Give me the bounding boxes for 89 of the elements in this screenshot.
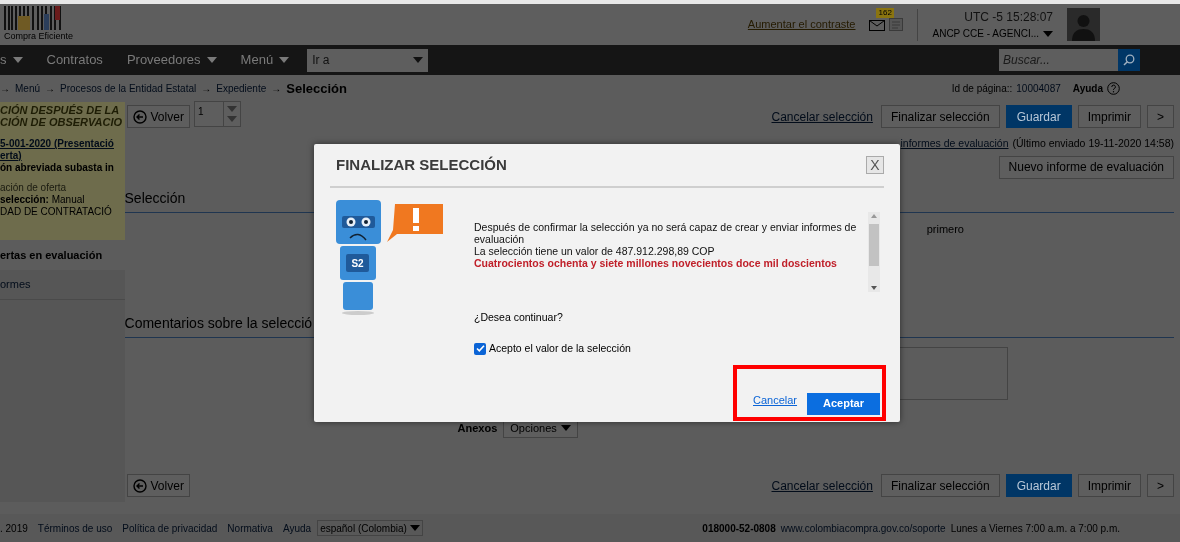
help-link[interactable]: Ayuda: [1072, 81, 1103, 96]
caret-icon: [226, 115, 237, 122]
primary-button[interactable]: Guardar: [1005, 474, 1072, 498]
mail-icon[interactable]: [869, 20, 886, 31]
caret-icon: [12, 57, 23, 63]
last-sent-text: (Último enviado 19-11-2020 14:58): [1012, 136, 1174, 151]
account-selector[interactable]: ANCP CCE - AGENCI...: [932, 26, 1053, 41]
process-detail: ación de oferta: [0, 182, 68, 194]
checkbox-label: Acepto el valor de la selección: [489, 340, 631, 356]
process-title: CIÓN DESPUÉS DE LA: [0, 104, 121, 116]
breadcrumb-link[interactable]: Menú: [15, 81, 40, 96]
footer-link[interactable]: Ayuda: [282, 520, 312, 536]
toolbar-button[interactable]: Finalizar selección: [880, 474, 1000, 498]
help-icon[interactable]: [1107, 82, 1120, 95]
nav-menu-item[interactable]: Contratos: [46, 50, 103, 70]
toolbar-button[interactable]: Imprimir: [1077, 105, 1141, 128]
process-link[interactable]: erta): [0, 150, 22, 162]
toolbar-button[interactable]: >: [1147, 105, 1174, 128]
sidebar-menu-item[interactable]: ertas en evaluación: [0, 240, 125, 270]
cancel-selection-link[interactable]: Cancelar selección: [771, 476, 873, 495]
language-select[interactable]: español (Colombia): [317, 520, 423, 536]
caret-icon: [1043, 30, 1053, 37]
mail-count-badge: 162: [876, 8, 894, 18]
caret-icon: [560, 425, 571, 432]
page-id-label: Id de página::: [951, 82, 1013, 96]
question-text: ¿Desea continuar?: [474, 310, 564, 325]
caret-icon: [206, 57, 217, 63]
caret-icon: [413, 57, 424, 63]
footer-link[interactable]: Términos de uso: [37, 520, 113, 536]
close-button[interactable]: X: [866, 156, 884, 174]
footer-link[interactable]: Normativa: [227, 520, 273, 536]
nav-menu-item[interactable]: Menú: [240, 50, 290, 70]
search-field[interactable]: Buscar...: [999, 49, 1118, 71]
support-link[interactable]: www.colombiacompra.gov.co/soporte: [780, 520, 946, 536]
back-button[interactable]: Volver: [126, 105, 190, 128]
nav-menu-item[interactable]: s: [0, 50, 23, 70]
section-heading: Selección: [124, 189, 186, 206]
back-button[interactable]: Volver: [126, 474, 190, 498]
scroll-up-icon[interactable]: [871, 214, 877, 218]
process-detail: selección: Manual: [0, 194, 86, 205]
breadcrumb-separator: →: [45, 82, 55, 96]
toolbar-button[interactable]: Finalizar selección: [880, 105, 1000, 128]
contrast-link[interactable]: Aumentar el contraste: [747, 16, 856, 33]
message-text: Después de confirmar la selección ya no será capaz de crear y enviar informes de evaluación: [474, 221, 858, 245]
caret-icon: [279, 57, 290, 63]
cancel-link[interactable]: Cancelar: [753, 392, 798, 409]
copyright-text: . 2019: [0, 521, 28, 536]
warning-text: Cuatrocientos ochenta y siete millones novecientos doce mil doscientos: [474, 257, 838, 270]
mascot-label: S2: [351, 258, 364, 269]
process-title: CIÓN DE OBSERVACIO: [0, 116, 124, 128]
evaluation-reports-link[interactable]: informes de evaluación: [900, 136, 1009, 152]
breadcrumb-separator: →: [271, 82, 282, 96]
logo-icon: [4, 5, 62, 30]
dialog-title: FINALIZAR SELECCIÓN: [336, 154, 507, 175]
search-button[interactable]: [1118, 49, 1140, 71]
scroll-down-icon[interactable]: [871, 286, 877, 290]
process-link[interactable]: 5-001-2020 (Presentació: [0, 138, 114, 150]
process-detail: ón abreviada subasta in: [0, 162, 115, 174]
breadcrumb-separator: →: [201, 82, 212, 96]
hours-text: Lunes a Viernes 7:00 a.m. a 7:00 p.m.: [950, 521, 1120, 536]
caret-icon: [409, 525, 420, 531]
breadcrumb-link[interactable]: Procesos de la Entidad Estatal: [60, 81, 197, 96]
footer-link[interactable]: Política de privacidad: [122, 520, 218, 536]
accept-button[interactable]: Aceptar: [807, 392, 880, 415]
page-id-value: 10004087: [1016, 82, 1061, 96]
phone-text: 018000-52-0808: [702, 521, 776, 536]
new-report-button[interactable]: Nuevo informe de evaluación: [998, 155, 1174, 179]
cancel-selection-link[interactable]: Cancelar selección: [771, 107, 873, 126]
process-detail: DAD DE CONTRATACIÓ: [0, 206, 113, 218]
section-heading: Comentarios sobre la selecció: [124, 315, 313, 332]
document-icon[interactable]: [889, 18, 904, 31]
clock-text: UTC -5 15:28:07: [964, 9, 1053, 26]
logo-caption: Compra Eficiente: [4, 29, 74, 43]
caret-icon: [226, 105, 237, 112]
annexes-label: Anexos: [457, 421, 498, 436]
selection-text: primero: [926, 221, 964, 237]
goto-select[interactable]: Ir a: [307, 48, 429, 72]
primary-button[interactable]: Guardar: [1005, 105, 1072, 128]
toolbar-button[interactable]: >: [1147, 474, 1174, 498]
breadcrumb-current: Selección: [286, 79, 347, 98]
accept-checkbox[interactable]: [474, 342, 486, 355]
breadcrumb-link[interactable]: Expediente: [216, 81, 267, 96]
search-icon: [1123, 54, 1135, 66]
page-number-spinner[interactable]: 1: [193, 100, 241, 127]
scrollbar[interactable]: [868, 212, 880, 292]
nav-menu-item[interactable]: Proveedores: [126, 50, 217, 70]
message-text: La selección tiene un valor de 487.912.298,89 COP: [474, 245, 716, 257]
breadcrumb-separator: →: [0, 82, 10, 96]
toolbar-button[interactable]: Imprimir: [1077, 474, 1141, 498]
